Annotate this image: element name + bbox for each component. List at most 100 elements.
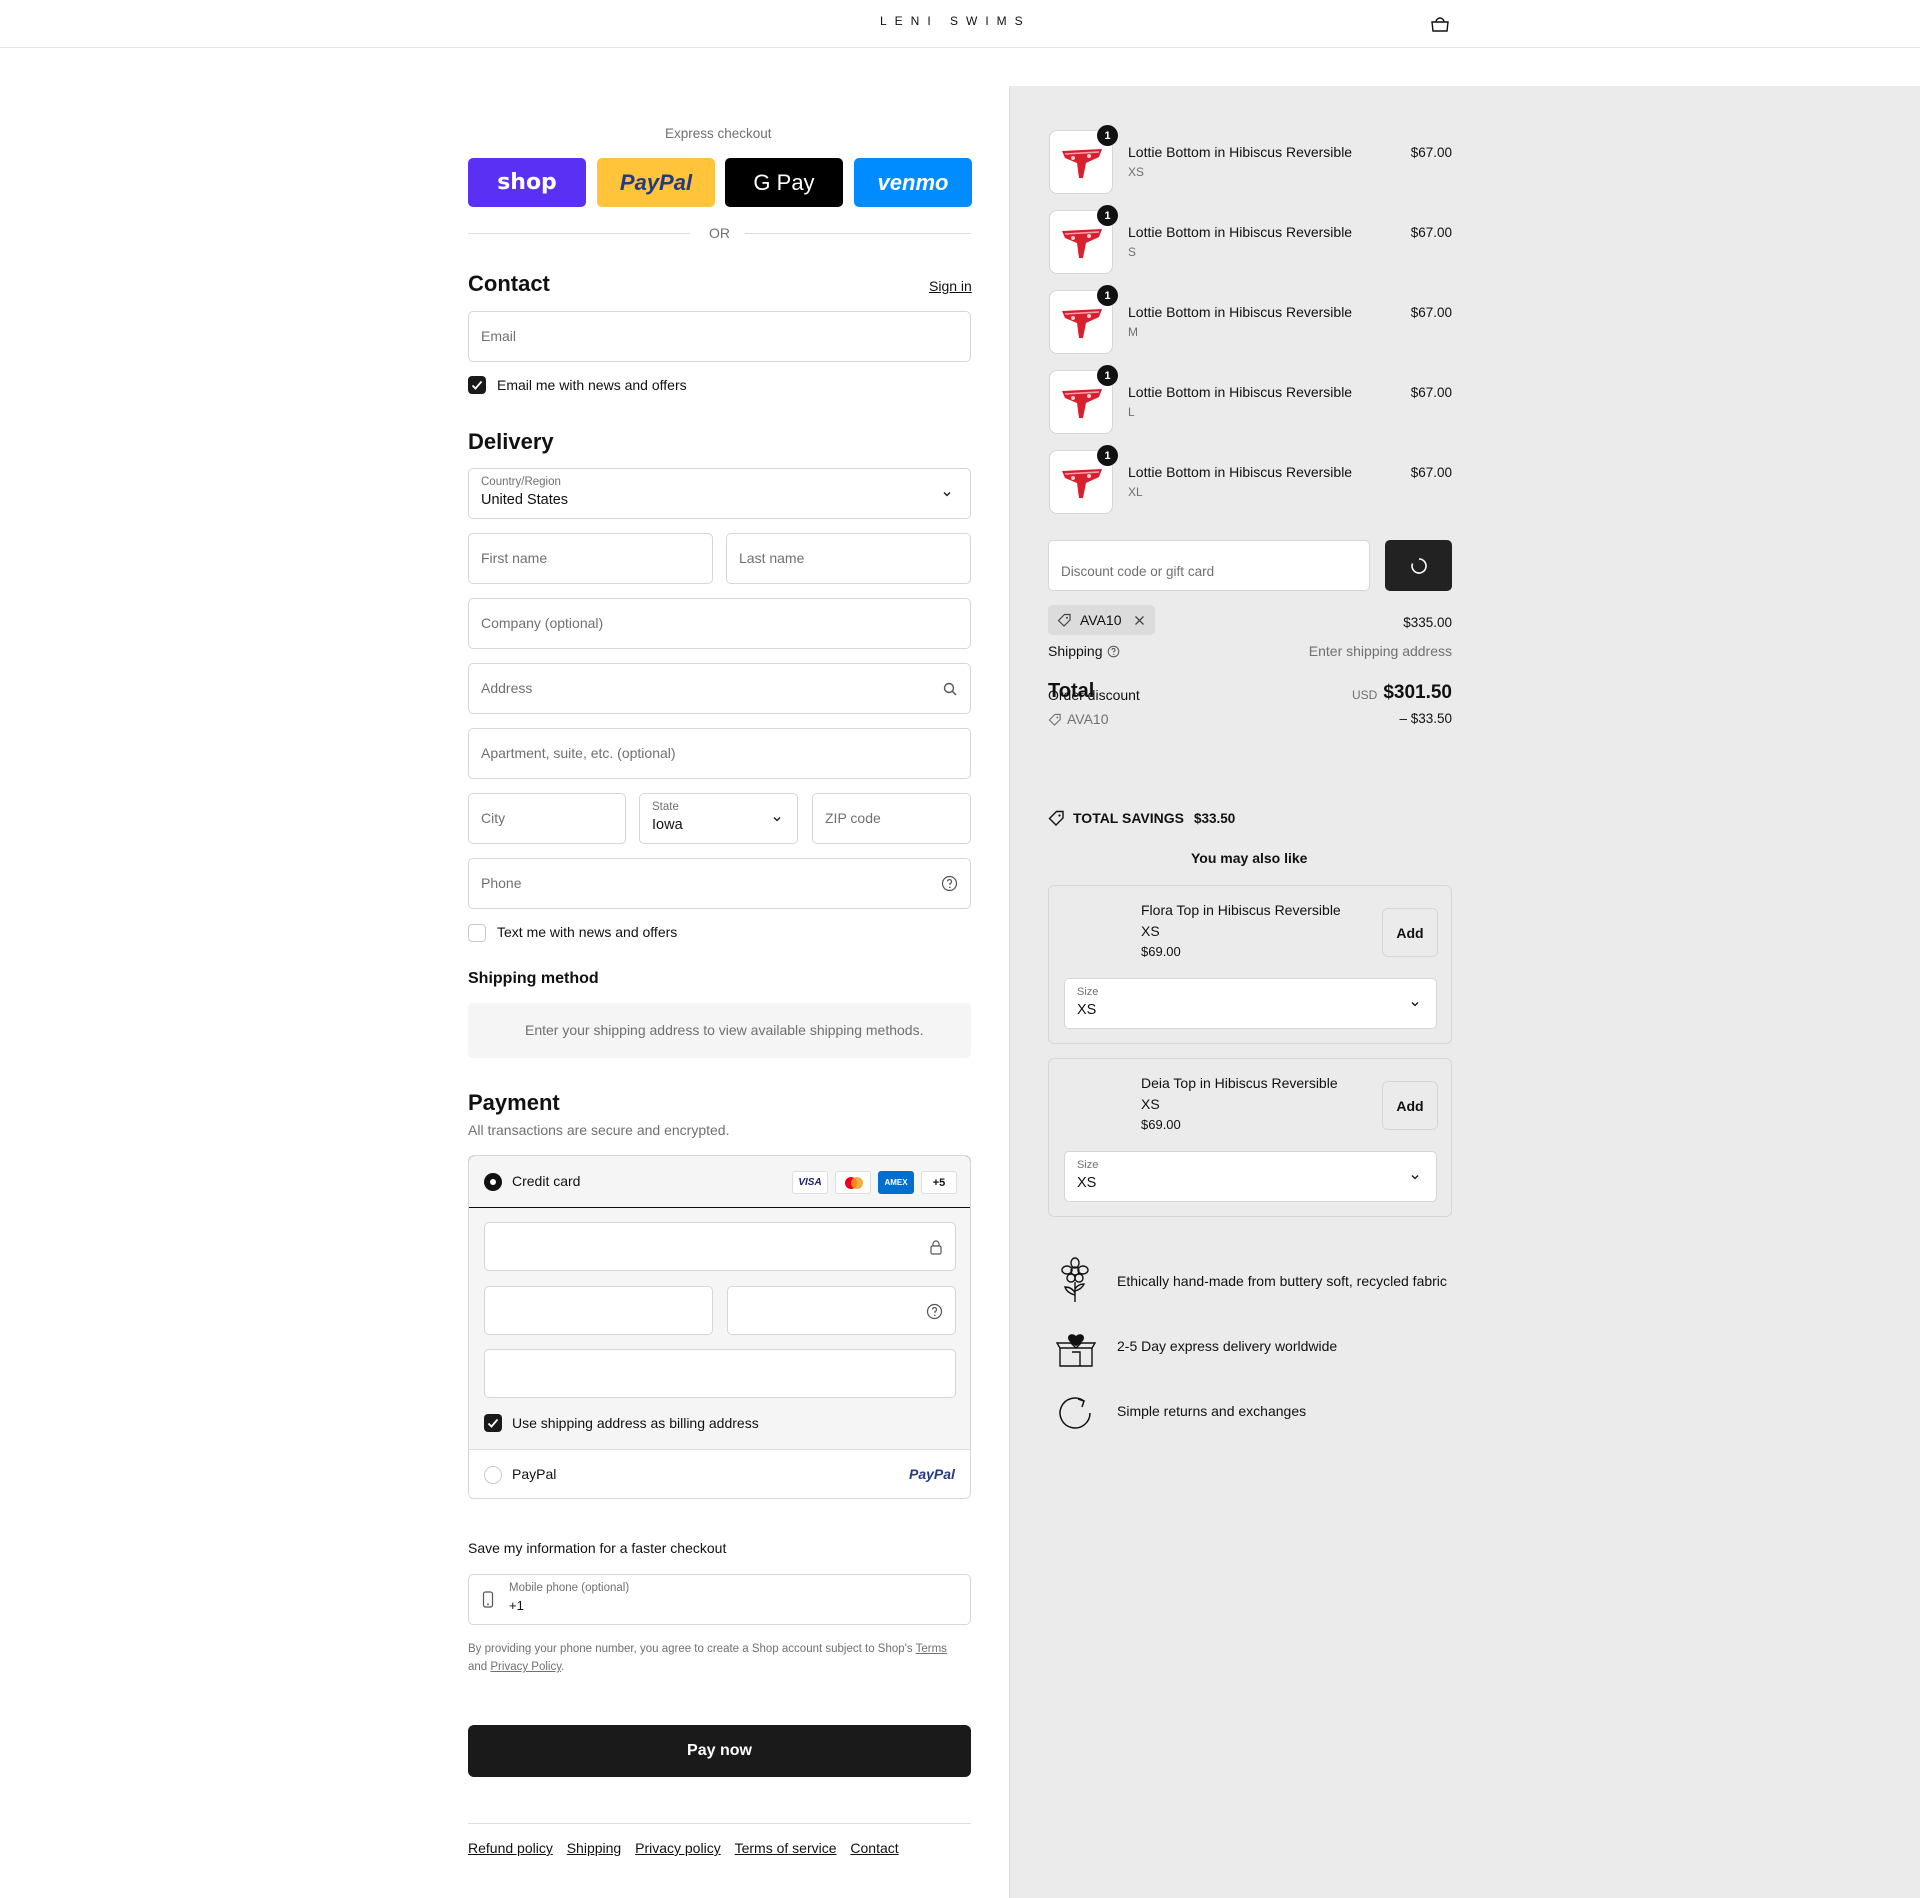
- item-variant: XL: [1128, 485, 1143, 499]
- paypal-button[interactable]: PayPal: [597, 158, 715, 207]
- help-circle-icon[interactable]: [926, 1303, 943, 1320]
- card-number-field[interactable]: [484, 1222, 956, 1271]
- checkmark-icon: [487, 1418, 499, 1428]
- pay-now-button[interactable]: Pay now: [468, 1725, 971, 1777]
- bikini-bottom-image: [1062, 309, 1102, 338]
- savings-tag-icon: [1048, 810, 1064, 826]
- footer-divider: [468, 1823, 971, 1824]
- item-price: $67.00: [1410, 385, 1452, 400]
- city-field[interactable]: City: [468, 793, 626, 844]
- expiration-field[interactable]: [484, 1286, 713, 1335]
- upsell-size-select[interactable]: Size XS: [1064, 1151, 1437, 1202]
- credit-card-radio[interactable]: [484, 1173, 502, 1191]
- country-value: United States: [481, 492, 569, 508]
- item-quantity-badge: 1: [1097, 445, 1118, 466]
- upsell-price: $69.00: [1141, 1117, 1181, 1132]
- amex-icon: AMEX: [878, 1171, 914, 1194]
- footer-links: Refund policy Shipping Privacy policy Te…: [468, 1840, 899, 1856]
- shop-pay-button[interactable]: shop: [468, 158, 586, 207]
- shipping-method-notice: Enter your shipping address to view avai…: [468, 1003, 971, 1058]
- footer-link-privacy[interactable]: Privacy policy: [635, 1840, 721, 1856]
- applied-discount-tag: AVA10: [1048, 605, 1155, 635]
- city-placeholder: City: [481, 810, 506, 826]
- discount-value: – $33.50: [1399, 711, 1452, 726]
- footer-link-shipping[interactable]: Shipping: [567, 1840, 622, 1856]
- sign-in-link[interactable]: Sign in: [929, 278, 972, 294]
- item-thumbnail: 1: [1049, 445, 1118, 514]
- item-quantity-badge: 1: [1097, 285, 1118, 306]
- paypal-label: PayPal: [512, 1466, 557, 1482]
- zip-field[interactable]: ZIP code: [812, 793, 971, 844]
- first-name-field[interactable]: First name: [468, 533, 713, 584]
- bikini-bottom-image: [1062, 149, 1102, 178]
- search-icon: [943, 682, 957, 696]
- last-name-placeholder: Last name: [739, 550, 805, 566]
- paypal-radio[interactable]: [484, 1466, 502, 1484]
- legal-and: and: [468, 1661, 488, 1673]
- tag-icon: [1057, 613, 1071, 627]
- security-code-field[interactable]: [727, 1286, 956, 1335]
- remove-discount-icon[interactable]: [1134, 615, 1145, 626]
- discount-placeholder: Discount code or gift card: [1061, 564, 1215, 579]
- item-name: Lottie Bottom in Hibiscus Reversible: [1128, 384, 1353, 400]
- discount-code-label: AVA10: [1067, 711, 1109, 727]
- item-thumbnail: 1: [1049, 365, 1118, 434]
- item-name: Lottie Bottom in Hibiscus Reversible: [1128, 304, 1353, 320]
- discount-code-field[interactable]: Discount code or gift card: [1048, 540, 1370, 591]
- address-field[interactable]: Address: [468, 663, 971, 714]
- help-circle-icon[interactable]: [1107, 645, 1120, 658]
- returns-arrow-icon: [1059, 1397, 1091, 1429]
- name-on-card-field[interactable]: [484, 1349, 956, 1398]
- divider-right: [745, 233, 971, 234]
- apartment-field[interactable]: Apartment, suite, etc. (optional): [468, 728, 971, 779]
- shipping-label: Shipping: [1048, 643, 1103, 659]
- state-select[interactable]: State Iowa: [639, 793, 798, 844]
- terms-link[interactable]: Terms: [916, 1643, 947, 1655]
- billing-same-checkbox[interactable]: [484, 1414, 502, 1432]
- shopping-bag-icon[interactable]: [1430, 16, 1450, 32]
- divider-left: [468, 233, 690, 234]
- item-quantity-badge: 1: [1097, 125, 1118, 146]
- credit-card-option[interactable]: Credit card VISA AMEX +5: [469, 1156, 970, 1208]
- email-news-checkbox[interactable]: [468, 376, 486, 394]
- total-savings-label: TOTAL SAVINGS: [1073, 810, 1184, 826]
- billing-same-label: Use shipping address as billing address: [512, 1415, 759, 1431]
- paypal-option[interactable]: PayPal PayPal: [469, 1449, 970, 1498]
- site-header: LENI SWIMS: [0, 0, 1920, 48]
- mobile-phone-field[interactable]: Mobile phone (optional) +1: [468, 1574, 971, 1625]
- store-logo[interactable]: LENI SWIMS: [880, 14, 1031, 28]
- bikini-bottom-image: [1062, 389, 1102, 418]
- gift-box-heart-icon: [1055, 1334, 1097, 1367]
- zip-placeholder: ZIP code: [825, 810, 881, 826]
- chevron-down-icon: [773, 817, 781, 822]
- payment-subtitle: All transactions are secure and encrypte…: [468, 1122, 730, 1138]
- upsell-name: Flora Top in Hibiscus Reversible: [1141, 902, 1341, 918]
- add-upsell-button[interactable]: Add: [1382, 1081, 1438, 1130]
- email-news-label: Email me with news and offers: [497, 377, 687, 393]
- footer-link-contact[interactable]: Contact: [850, 1840, 898, 1856]
- upsell-size-select[interactable]: Size XS: [1064, 978, 1437, 1029]
- item-quantity-badge: 1: [1097, 205, 1118, 226]
- venmo-button[interactable]: venmo: [854, 158, 972, 207]
- company-field[interactable]: Company (optional): [468, 598, 971, 649]
- first-name-placeholder: First name: [481, 550, 548, 566]
- google-pay-button[interactable]: G Pay: [725, 158, 843, 207]
- upsell-variant: XS: [1141, 923, 1160, 939]
- apartment-placeholder: Apartment, suite, etc. (optional): [481, 745, 676, 761]
- email-field[interactable]: Email: [468, 311, 971, 362]
- privacy-link[interactable]: Privacy Policy: [490, 1661, 561, 1673]
- apply-discount-button[interactable]: [1385, 540, 1452, 591]
- feature-text: 2-5 Day express delivery worldwide: [1117, 1338, 1338, 1354]
- state-label: State: [652, 801, 679, 813]
- footer-link-terms[interactable]: Terms of service: [735, 1840, 837, 1856]
- phone-field[interactable]: Phone: [468, 858, 971, 909]
- checkmark-icon: [471, 380, 483, 390]
- country-select[interactable]: Country/Region United States: [468, 468, 971, 519]
- add-upsell-button[interactable]: Add: [1382, 908, 1438, 957]
- payment-heading: Payment: [468, 1090, 560, 1115]
- help-circle-icon[interactable]: [941, 875, 958, 892]
- footer-link-refund[interactable]: Refund policy: [468, 1840, 553, 1856]
- text-news-checkbox[interactable]: [468, 924, 486, 942]
- size-value: XS: [1077, 1002, 1097, 1018]
- last-name-field[interactable]: Last name: [726, 533, 971, 584]
